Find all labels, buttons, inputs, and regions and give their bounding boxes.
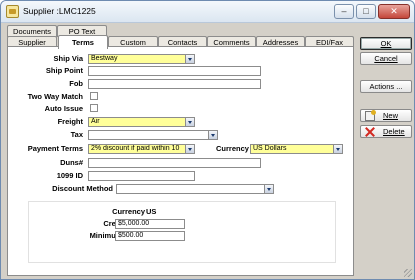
cancel-button[interactable]: Cancel xyxy=(360,52,412,65)
close-button[interactable]: ✕ xyxy=(378,4,410,19)
ship-point-field[interactable] xyxy=(88,66,261,76)
cancel-label: Cancel xyxy=(374,54,398,63)
ok-button[interactable]: OK xyxy=(360,37,412,50)
ship-via-label: Ship Via xyxy=(53,54,83,63)
chevron-down-icon[interactable] xyxy=(333,145,342,153)
tax-dropdown[interactable] xyxy=(88,130,218,140)
payment-terms-dropdown[interactable]: 2% discount if paid within 10 xyxy=(88,144,195,154)
minimize-button[interactable]: – xyxy=(334,4,354,19)
actions-label: Actions ... xyxy=(369,82,403,91)
delete-icon xyxy=(365,127,375,137)
new-button[interactable]: New xyxy=(360,109,412,122)
credit-currency-label: Currency xyxy=(112,207,145,216)
fob-field[interactable] xyxy=(88,79,261,89)
chevron-down-icon[interactable] xyxy=(185,55,194,63)
freight-dropdown[interactable]: Air xyxy=(88,117,195,127)
fob-label: Fob xyxy=(69,79,83,88)
duns-label: Duns# xyxy=(60,158,83,167)
id-1099-field[interactable] xyxy=(88,171,195,181)
duns-field[interactable] xyxy=(88,158,261,168)
window-title: Supplier :LMC1225 xyxy=(23,6,96,16)
auto-issue-checkbox[interactable] xyxy=(90,104,98,112)
freight-value: Air xyxy=(91,118,100,125)
minimize-icon: – xyxy=(341,6,347,16)
chevron-down-icon[interactable] xyxy=(185,145,194,153)
actions-button[interactable]: Actions ... xyxy=(360,80,412,93)
tax-label: Tax xyxy=(70,130,83,139)
chevron-down-icon[interactable] xyxy=(185,118,194,126)
chevron-down-icon[interactable] xyxy=(264,185,273,193)
credit-currency-value: US xyxy=(146,207,157,216)
discount-method-label: Discount Method xyxy=(52,184,113,193)
minimum-order-field[interactable]: $500.00 xyxy=(115,231,185,241)
delete-label: Delete xyxy=(383,127,405,136)
supplier-window: Supplier :LMC1225 – □ ✕ Documents PO Tex… xyxy=(0,0,415,280)
title-bar[interactable]: Supplier :LMC1225 – □ ✕ xyxy=(1,1,414,23)
tab-terms[interactable]: Terms xyxy=(58,35,108,49)
payment-terms-label: Payment Terms xyxy=(27,144,83,153)
supplier-app-icon xyxy=(6,5,19,18)
resize-grip-icon[interactable] xyxy=(404,269,412,277)
ship-point-label: Ship Point xyxy=(45,66,83,75)
currency-label: Currency xyxy=(216,144,249,153)
credit-limit-value: $5,000.00 xyxy=(118,220,150,227)
two-way-match-checkbox[interactable] xyxy=(90,92,98,100)
payment-terms-value: 2% discount if paid within 10 xyxy=(91,145,180,152)
new-icon xyxy=(365,110,376,121)
two-way-match-label: Two Way Match xyxy=(27,92,83,101)
chevron-down-icon[interactable] xyxy=(208,131,217,139)
maximize-button[interactable]: □ xyxy=(356,4,376,19)
discount-method-dropdown[interactable] xyxy=(116,184,274,194)
currency-dropdown[interactable]: US Dollars xyxy=(250,144,343,154)
minimum-order-value: $500.00 xyxy=(118,232,144,239)
freight-label: Freight xyxy=(57,117,83,126)
new-label: New xyxy=(383,111,399,120)
currency-value: US Dollars xyxy=(253,145,287,152)
terms-panel: Ship Via Bestway Ship Point Fob Two Way … xyxy=(7,46,354,276)
close-icon: ✕ xyxy=(390,6,398,16)
id-1099-label: 1099 ID xyxy=(56,171,83,180)
delete-button[interactable]: Delete xyxy=(360,125,412,138)
ship-via-dropdown[interactable]: Bestway xyxy=(88,54,195,64)
ship-via-value: Bestway xyxy=(91,55,118,62)
maximize-icon: □ xyxy=(363,6,369,16)
ok-label: OK xyxy=(380,39,392,48)
auto-issue-label: Auto Issue xyxy=(44,104,83,113)
credit-limit-field[interactable]: $5,000.00 xyxy=(115,219,185,229)
